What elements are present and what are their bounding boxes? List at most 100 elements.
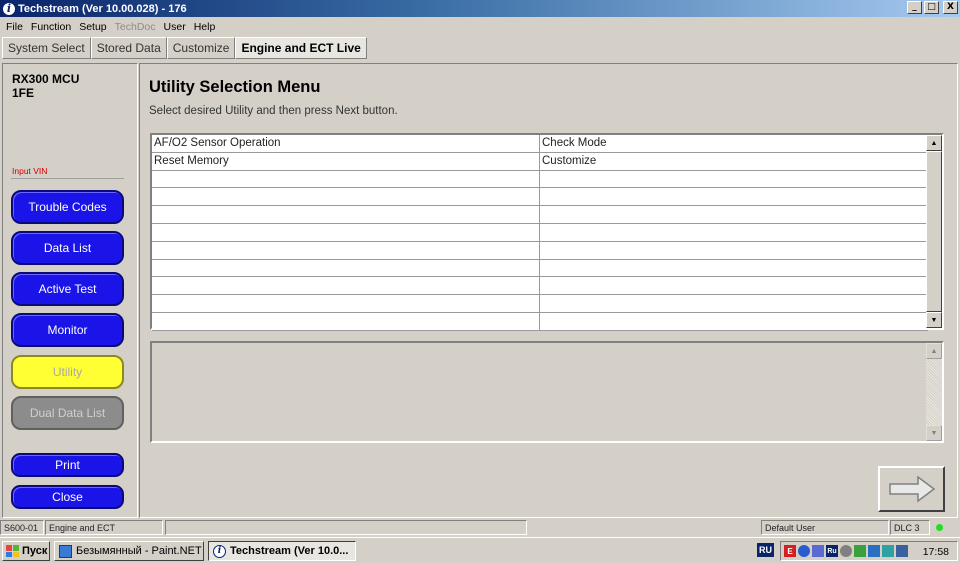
status-bar: S600-01 Engine and ECT Default User DLC …	[0, 519, 960, 536]
tab-stored-data[interactable]: Stored Data	[90, 37, 167, 59]
utility-name-cell	[152, 188, 540, 206]
taskbar-item-label: Techstream (Ver 10.0...	[230, 545, 349, 557]
connection-indicator-icon	[936, 524, 943, 531]
status-user: Default User	[761, 520, 889, 535]
utility-name-cell	[152, 259, 540, 277]
utility-name-cell	[152, 170, 540, 188]
table-row	[152, 259, 928, 278]
windows-logo-icon	[6, 545, 19, 557]
utility-mode-cell	[540, 295, 928, 312]
active-test-button[interactable]: Active Test	[11, 272, 124, 306]
tray-monitor-icon[interactable]	[882, 545, 894, 557]
table-row[interactable]: Reset Memory Customize	[152, 152, 928, 171]
tab-engine-and-ect-live[interactable]: Engine and ECT Live	[235, 37, 367, 59]
next-button[interactable]	[878, 466, 945, 512]
menu-help[interactable]: Help	[190, 21, 220, 33]
monitor-button[interactable]: Monitor	[11, 313, 124, 347]
title-bar[interactable]: i Techstream (Ver 10.00.028) - 176 _ □ X	[0, 0, 960, 17]
language-indicator[interactable]: RU	[757, 543, 774, 557]
taskbar-item-techstream[interactable]: i Techstream (Ver 10.0...	[208, 541, 356, 561]
utility-name-cell	[152, 277, 540, 295]
window-title: Techstream (Ver 10.00.028) - 176	[18, 2, 187, 15]
next-arrow-icon	[888, 475, 935, 503]
desc-scroll-down-arrow-icon[interactable]: ▼	[926, 425, 942, 441]
utility-table-body: AF/O2 Sensor Operation Check Mode Reset Me…	[152, 135, 928, 331]
menu-function[interactable]: Function	[27, 21, 75, 33]
description-box: ▲ ▼	[150, 341, 944, 443]
techstream-icon: i	[213, 544, 226, 558]
minimize-button[interactable]: _	[907, 1, 922, 14]
utility-button[interactable]: Utility	[11, 355, 124, 389]
utility-mode-cell	[540, 313, 928, 330]
utility-name-cell	[152, 295, 540, 312]
scroll-down-arrow-icon[interactable]: ▼	[926, 312, 942, 328]
techstream-app-icon[interactable]: i	[2, 1, 16, 16]
close-button[interactable]: Close	[11, 485, 124, 509]
utility-mode-cell[interactable]: Check Mode	[540, 135, 928, 152]
menu-user[interactable]: User	[160, 21, 190, 33]
tray-mail-icon[interactable]	[896, 545, 908, 557]
vehicle-model: RX300 MCU	[12, 72, 80, 86]
utility-name-cell	[152, 206, 540, 223]
table-row	[152, 241, 928, 260]
description-scrollbar[interactable]: ▲ ▼	[926, 343, 942, 441]
print-button[interactable]: Print	[11, 453, 124, 477]
utility-mode-cell	[540, 277, 928, 294]
utility-name-cell	[152, 223, 540, 241]
maximize-button[interactable]: □	[924, 1, 939, 14]
trouble-codes-button[interactable]: Trouble Codes	[11, 190, 124, 224]
divider	[11, 178, 124, 179]
desc-scroll-up-arrow-icon[interactable]: ▲	[926, 343, 942, 359]
taskbar-clock[interactable]: 17:58	[923, 546, 949, 558]
tab-customize[interactable]: Customize	[166, 37, 236, 59]
table-row	[152, 295, 928, 313]
menu-techdoc: TechDoc	[114, 20, 156, 33]
data-list-button[interactable]: Data List	[11, 231, 124, 265]
table-row	[152, 277, 928, 296]
utility-table: AF/O2 Sensor Operation Check Mode Reset Me…	[150, 133, 944, 331]
table-row	[152, 312, 928, 331]
tab-strip: System Select Stored Data Customize Engi…	[2, 37, 367, 60]
utility-mode-cell	[540, 224, 928, 241]
taskbar-item-paint[interactable]: Безымянный - Paint.NET ...	[54, 541, 204, 561]
scroll-up-arrow-icon[interactable]: ▲	[926, 135, 942, 151]
status-code: S600-01	[0, 520, 44, 535]
tray-network-icon[interactable]	[798, 545, 810, 557]
tray-app-icon[interactable]: E	[784, 545, 796, 557]
table-row[interactable]: AF/O2 Sensor Operation Check Mode	[152, 135, 928, 153]
utility-mode-cell	[540, 171, 928, 188]
paint-net-icon	[59, 544, 72, 558]
status-message	[165, 520, 527, 535]
main-panel: Utility Selection Menu Select desired Ut…	[139, 63, 958, 518]
start-label: Пуск	[22, 545, 48, 557]
vehicle-info: RX300 MCU 1FE	[12, 72, 79, 100]
utility-name-cell[interactable]: AF/O2 Sensor Operation	[152, 135, 540, 152]
tab-system-select[interactable]: System Select	[2, 37, 91, 59]
dual-data-list-button: Dual Data List	[11, 396, 124, 430]
scroll-thumb[interactable]	[926, 151, 942, 312]
status-system: Engine and ECT	[45, 520, 163, 535]
menu-file[interactable]: File	[2, 21, 27, 33]
menu-setup[interactable]: Setup	[75, 21, 110, 33]
status-dlc: DLC 3	[890, 520, 930, 535]
tray-disconnected-icon[interactable]	[812, 545, 824, 557]
tray-security-icon[interactable]	[854, 545, 866, 557]
page-instructions: Select desired Utility and then press Ne…	[149, 105, 398, 117]
utility-mode-cell	[540, 206, 928, 223]
tray-language-icon[interactable]: Ru	[826, 545, 838, 557]
table-row	[152, 206, 928, 224]
input-vin-link[interactable]: Input VIN	[12, 166, 47, 176]
tray-messenger-icon[interactable]	[868, 545, 880, 557]
close-window-button[interactable]: X	[943, 1, 958, 14]
utility-mode-cell	[540, 188, 928, 205]
table-row	[152, 223, 928, 242]
page-title: Utility Selection Menu	[149, 78, 321, 96]
table-scrollbar[interactable]: ▲ ▼	[926, 135, 942, 328]
tray-clock-icon[interactable]	[840, 545, 852, 557]
utility-mode-cell[interactable]: Customize	[540, 153, 928, 170]
window-controls: _ □ X	[907, 1, 958, 14]
start-button[interactable]: Пуск	[2, 541, 50, 561]
utility-name-cell[interactable]: Reset Memory	[152, 152, 540, 170]
left-nav-panel: RX300 MCU 1FE Input VIN Trouble Codes Da…	[2, 63, 138, 518]
utility-mode-cell	[540, 242, 928, 259]
